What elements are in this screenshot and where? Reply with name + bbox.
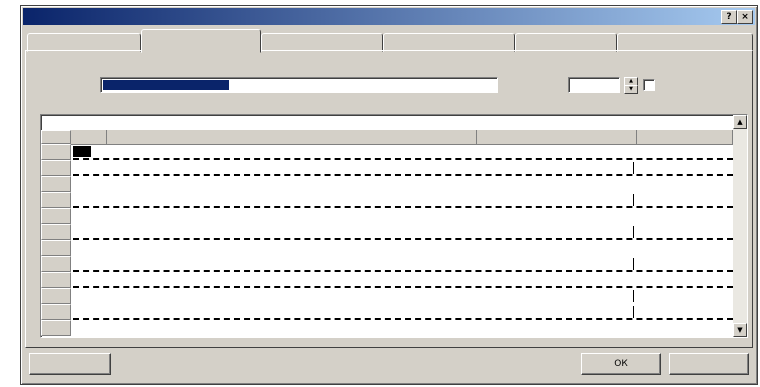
table-header: [71, 130, 733, 145]
column-id[interactable]: [71, 130, 107, 144]
scroll-down-icon[interactable]: ▼: [733, 323, 747, 337]
row-header[interactable]: [41, 288, 71, 304]
row-header[interactable]: [41, 144, 71, 160]
title-bar[interactable]: ? ×: [23, 8, 755, 25]
corner-header: [41, 130, 71, 144]
table-row[interactable]: [73, 238, 733, 240]
table-row[interactable]: [73, 270, 733, 272]
table-row[interactable]: [73, 206, 733, 208]
vertical-scrollbar[interactable]: ▲ ▼: [733, 115, 747, 337]
scroll-up-icon[interactable]: ▲: [733, 115, 747, 129]
table-rows: [71, 144, 733, 337]
row-header[interactable]: [41, 240, 71, 256]
row-header[interactable]: [41, 192, 71, 208]
row-header[interactable]: [41, 160, 71, 176]
active-cell[interactable]: [73, 146, 91, 157]
priority-field[interactable]: [568, 77, 620, 93]
help-title-button[interactable]: ?: [721, 10, 737, 24]
close-button[interactable]: ×: [737, 10, 753, 24]
row-headers: [41, 144, 71, 337]
column-lag[interactable]: [637, 130, 733, 144]
row-header[interactable]: [41, 320, 71, 336]
name-field[interactable]: [100, 77, 498, 93]
tab-panel: ▲ ▼ ▲ ▼: [25, 50, 753, 348]
tab-strip: [25, 29, 753, 53]
estimated-checkbox[interactable]: [643, 79, 655, 91]
table-row[interactable]: [73, 174, 733, 176]
help-button[interactable]: [29, 353, 111, 375]
spin-down-icon[interactable]: ▼: [624, 85, 638, 94]
table-row[interactable]: [73, 318, 733, 320]
row-header[interactable]: [41, 304, 71, 320]
column-divider: [633, 194, 634, 206]
column-divider: [633, 306, 634, 318]
cancel-button[interactable]: [669, 353, 749, 375]
name-value: [103, 80, 229, 90]
predecessors-table[interactable]: ▲ ▼: [40, 114, 748, 338]
priority-spinner[interactable]: ▲ ▼: [624, 77, 638, 94]
column-divider: [633, 162, 634, 174]
task-info-dialog: ? × ▲ ▼ ▲ ▼ ОК: [20, 5, 758, 385]
column-type[interactable]: [477, 130, 637, 144]
table-row[interactable]: [73, 158, 733, 160]
column-divider: [633, 290, 634, 302]
row-header[interactable]: [41, 208, 71, 224]
table-row[interactable]: [73, 286, 733, 288]
row-header[interactable]: [41, 256, 71, 272]
column-divider: [633, 226, 634, 238]
tab-predecessors[interactable]: [141, 29, 261, 53]
ok-button[interactable]: ОК: [581, 353, 661, 375]
row-header[interactable]: [41, 224, 71, 240]
row-header[interactable]: [41, 272, 71, 288]
column-task-name[interactable]: [107, 130, 477, 144]
column-divider: [633, 258, 634, 270]
row-header[interactable]: [41, 176, 71, 192]
